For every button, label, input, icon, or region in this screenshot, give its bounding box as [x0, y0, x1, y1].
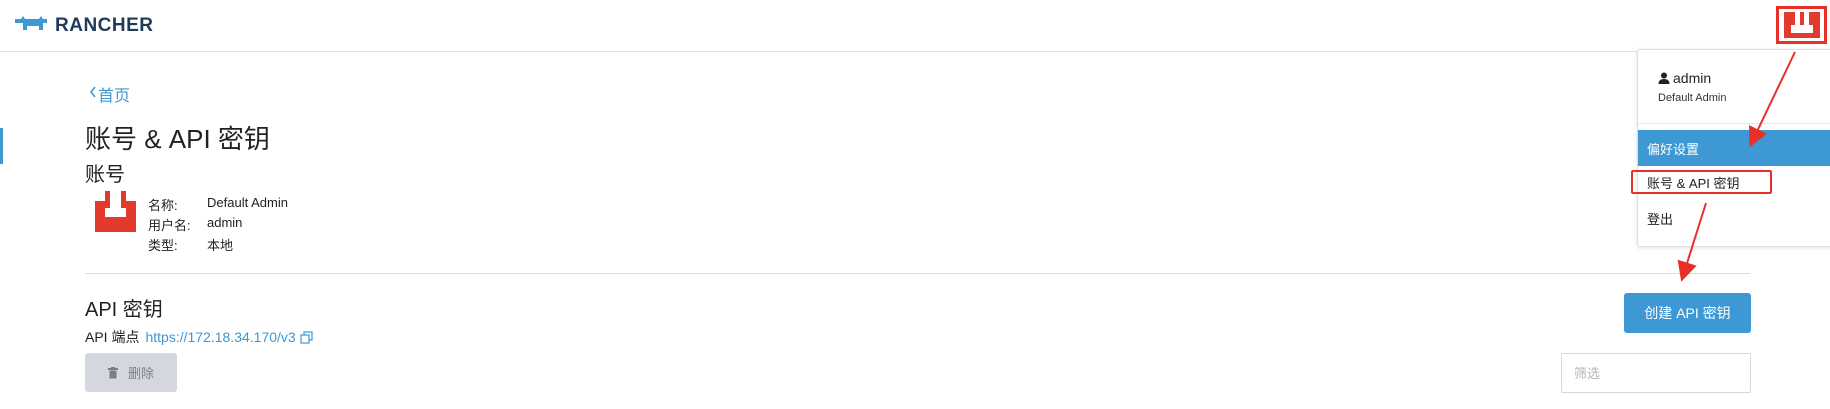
- account-avatar: [95, 191, 136, 232]
- sidebar-indicator: [0, 128, 3, 164]
- menu-item-logout[interactable]: 登出: [1638, 200, 1830, 236]
- api-endpoint: API 端点 https://172.18.34.170/v3: [85, 327, 313, 347]
- dropdown-username: admin: [1673, 70, 1712, 86]
- back-link[interactable]: 首页: [88, 82, 130, 106]
- dropdown-user-info: admin Default Admin: [1658, 70, 1726, 104]
- rancher-logo[interactable]: RANCHER: [13, 13, 154, 38]
- account-name-value: Default Admin: [207, 195, 288, 210]
- user-avatar-icon: [1783, 12, 1820, 38]
- delete-button-label: 删除: [127, 366, 154, 381]
- account-username-row: 用户名: admin: [148, 215, 242, 234]
- chevron-left-icon: [88, 85, 98, 104]
- top-bar: RANCHER: [0, 0, 1830, 52]
- dropdown-divider: [1638, 123, 1830, 124]
- account-section-title: 账号: [85, 164, 125, 186]
- api-keys-section-title: API 密钥: [85, 299, 163, 321]
- trash-icon: [107, 366, 118, 379]
- account-type-label: 类型:: [148, 238, 178, 253]
- account-type-row: 类型: 本地: [148, 235, 233, 254]
- user-icon: [1658, 72, 1670, 84]
- create-api-key-button[interactable]: 创建 API 密钥: [1624, 293, 1751, 333]
- account-name-label: 名称:: [148, 198, 178, 213]
- back-link-label: 首页: [98, 88, 131, 105]
- user-avatar-button[interactable]: [1776, 6, 1827, 44]
- filter-input[interactable]: [1561, 353, 1751, 393]
- user-dropdown-menu: admin Default Admin 偏好设置 账号 & API 密钥 登出: [1637, 49, 1830, 247]
- rancher-cow-icon: [13, 13, 51, 38]
- account-username-label: 用户名:: [148, 218, 191, 233]
- annotation-highlight-box: [1631, 170, 1772, 194]
- api-endpoint-label: API 端点: [85, 329, 140, 345]
- account-username-value: admin: [207, 215, 243, 230]
- section-divider: [85, 273, 1750, 274]
- copy-icon[interactable]: [300, 330, 313, 344]
- dropdown-user-role: Default Admin: [1658, 92, 1727, 104]
- delete-button[interactable]: 删除: [85, 353, 177, 392]
- menu-item-preferences[interactable]: 偏好设置: [1638, 130, 1830, 166]
- account-type-value: 本地: [207, 238, 234, 253]
- account-name-row: 名称: Default Admin: [148, 195, 288, 214]
- brand-name: RANCHER: [55, 14, 154, 36]
- page-title: 账号 & API 密钥: [85, 124, 270, 154]
- api-endpoint-link[interactable]: https://172.18.34.170/v3: [145, 329, 295, 345]
